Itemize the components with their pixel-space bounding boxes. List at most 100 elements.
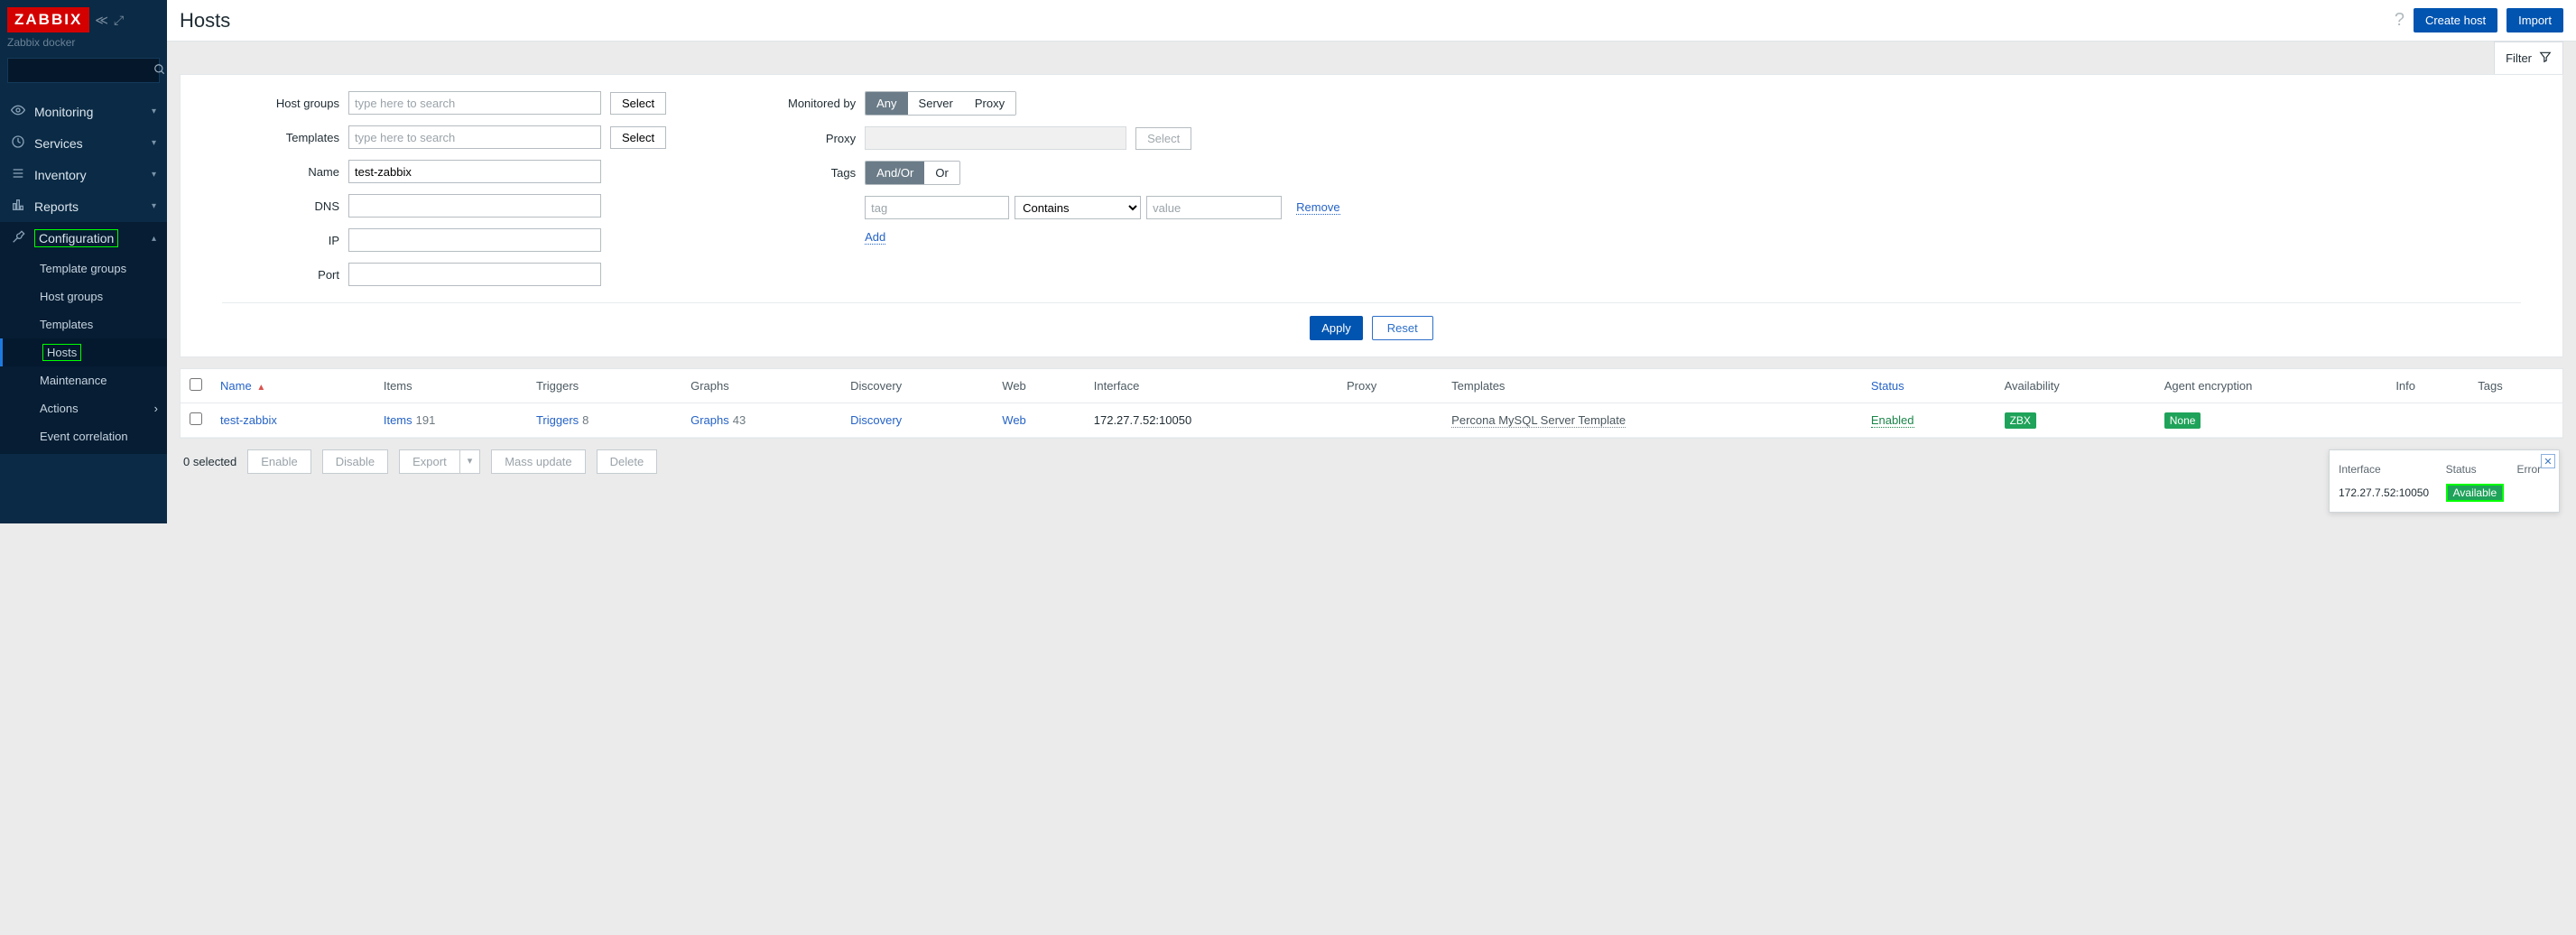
templates-select-button[interactable]: Select [610, 126, 666, 149]
tag-remove-link[interactable]: Remove [1296, 200, 1339, 215]
status-link[interactable]: Enabled [1871, 413, 1914, 428]
proxy-cell [1338, 403, 1442, 438]
monitored-by-toggle: Any Server Proxy [865, 91, 1016, 116]
create-host-button[interactable]: Create host [2414, 8, 2497, 32]
bulk-export-button[interactable]: Export ▾ [399, 449, 480, 474]
sidebar-expand-icon[interactable]: ⤢ [114, 13, 124, 28]
col-name[interactable]: Name ▲ [211, 369, 375, 403]
close-icon[interactable]: ✕ [2541, 454, 2555, 468]
host-name-link[interactable]: test-zabbix [220, 413, 277, 427]
availability-badge[interactable]: ZBX [2005, 412, 2036, 429]
sidebar-search[interactable] [7, 58, 160, 83]
filter-apply-button[interactable]: Apply [1310, 316, 1363, 340]
label-monitored-by: Monitored by [738, 97, 856, 110]
select-all-checkbox[interactable] [190, 378, 202, 391]
col-interface: Interface [1085, 369, 1338, 403]
label-dns: DNS [222, 199, 339, 213]
subnav-maintenance[interactable]: Maintenance [0, 366, 167, 394]
graphs-link[interactable]: Graphs [690, 413, 729, 427]
monitored-by-proxy[interactable]: Proxy [964, 92, 1015, 115]
row-checkbox[interactable] [190, 412, 202, 425]
tag-value-input[interactable] [1146, 196, 1282, 219]
dns-input[interactable] [348, 194, 601, 218]
selected-count: 0 selected [183, 455, 236, 468]
subnav-host-groups[interactable]: Host groups [0, 282, 167, 310]
label-host-groups: Host groups [222, 97, 339, 110]
template-link[interactable]: Percona MySQL Server Template [1451, 413, 1626, 428]
tag-operator-select[interactable]: Contains [1015, 196, 1141, 219]
filter-tab[interactable]: Filter [2494, 42, 2563, 74]
graphs-count: 43 [733, 413, 746, 427]
bulk-enable-button[interactable]: Enable [247, 449, 310, 474]
nav-label: Configuration [39, 231, 114, 245]
chevron-down-icon: ▾ [152, 106, 156, 116]
col-availability: Availability [1996, 369, 2155, 403]
items-link[interactable]: Items [384, 413, 412, 427]
col-templates: Templates [1442, 369, 1862, 403]
filter-icon [2539, 51, 2552, 66]
zabbix-logo[interactable]: ZABBIX [7, 7, 89, 32]
port-input[interactable] [348, 263, 601, 286]
hosts-table: Name ▲ Items Triggers Graphs Discovery W… [181, 369, 2562, 438]
tags-cell [2469, 403, 2562, 438]
nav-inventory[interactable]: Inventory ▾ [0, 159, 167, 190]
bulk-delete-button[interactable]: Delete [597, 449, 658, 474]
availability-popup: ✕ Interface Status Error 172.27.7.52:100… [2329, 449, 2560, 513]
tags-mode-toggle: And/Or Or [865, 161, 960, 185]
tags-or[interactable]: Or [924, 162, 959, 184]
collapse-sidebar-icon[interactable]: ≪ [95, 13, 108, 28]
triggers-count: 8 [582, 413, 588, 427]
col-discovery: Discovery [841, 369, 993, 403]
name-input[interactable] [348, 160, 601, 183]
triggers-link[interactable]: Triggers [536, 413, 579, 427]
search-icon[interactable] [153, 63, 166, 79]
filter-tab-label: Filter [2506, 51, 2532, 65]
chevron-down-icon[interactable]: ▾ [459, 449, 481, 474]
sidebar-search-input[interactable] [14, 64, 153, 77]
subnav-templates[interactable]: Templates [0, 310, 167, 338]
ip-input[interactable] [348, 228, 601, 252]
col-items: Items [375, 369, 527, 403]
subnav-template-groups[interactable]: Template groups [0, 255, 167, 282]
page-title: Hosts [180, 9, 230, 32]
gauge-icon [11, 134, 25, 152]
info-cell [2386, 403, 2469, 438]
filter-reset-button[interactable]: Reset [1372, 316, 1433, 340]
host-groups-select-button[interactable]: Select [610, 92, 666, 115]
proxy-select-button: Select [1135, 127, 1191, 150]
col-graphs: Graphs [681, 369, 841, 403]
bar-chart-icon [11, 198, 25, 215]
subnav-actions[interactable]: Actions › [0, 394, 167, 422]
host-groups-input[interactable] [348, 91, 601, 115]
subnav-event-correlation[interactable]: Event correlation [0, 422, 167, 450]
monitored-by-any[interactable]: Any [866, 92, 907, 115]
eye-icon [11, 103, 25, 120]
nav-services[interactable]: Services ▾ [0, 127, 167, 159]
col-tags: Tags [2469, 369, 2562, 403]
nav-configuration[interactable]: Configuration ▴ [0, 222, 167, 255]
col-triggers: Triggers [527, 369, 681, 403]
tags-andor[interactable]: And/Or [866, 162, 924, 184]
label-templates: Templates [222, 131, 339, 144]
help-icon[interactable]: ? [2395, 10, 2405, 31]
import-button[interactable]: Import [2507, 8, 2563, 32]
col-status[interactable]: Status [1862, 369, 1996, 403]
label-tags: Tags [738, 166, 856, 180]
nav-reports[interactable]: Reports ▾ [0, 190, 167, 222]
nav-monitoring[interactable]: Monitoring ▾ [0, 96, 167, 127]
label-port: Port [222, 268, 339, 282]
bulk-mass-update-button[interactable]: Mass update [491, 449, 585, 474]
nav-label: Reports [34, 199, 79, 214]
chevron-down-icon: ▾ [152, 170, 156, 180]
subnav-hosts[interactable]: Hosts [0, 338, 167, 366]
monitored-by-server[interactable]: Server [908, 92, 964, 115]
discovery-link[interactable]: Discovery [850, 413, 902, 427]
web-link[interactable]: Web [1002, 413, 1026, 427]
templates-input[interactable] [348, 125, 601, 149]
popup-col-interface: Interface [2339, 459, 2446, 483]
tag-key-input[interactable] [865, 196, 1009, 219]
bulk-disable-button[interactable]: Disable [322, 449, 388, 474]
proxy-input [865, 126, 1126, 150]
filter-panel: Host groups Select Templates Select Name [180, 74, 2563, 357]
tag-add-link[interactable]: Add [865, 230, 885, 245]
